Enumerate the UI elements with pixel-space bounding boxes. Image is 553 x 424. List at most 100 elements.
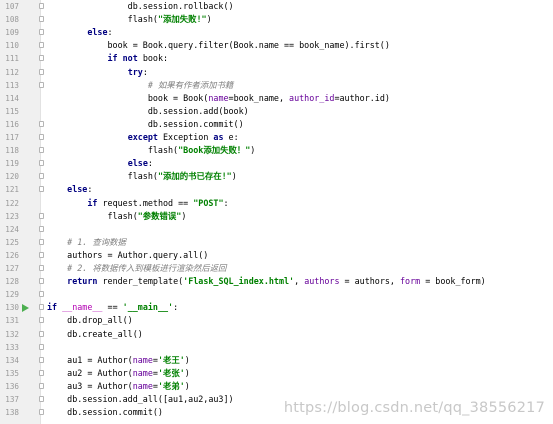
code-token: if [87,197,98,208]
fold-marker-icon[interactable] [39,212,44,219]
fold-marker-icon[interactable] [39,291,44,298]
fold-marker-icon[interactable] [39,265,44,271]
code-line[interactable]: 108 flash("添加失败!") [0,13,553,26]
line-number: 124 [5,224,19,234]
fold-marker-icon[interactable] [39,134,44,140]
code-token: # 如果有作者添加书籍 [147,79,234,90]
code-text: book = Book(name=book_name, author_id=au… [47,92,390,105]
fold-marker-icon[interactable] [39,343,44,350]
code-line[interactable]: 120 flash("添加的书已存在!") [0,170,553,183]
fold-marker-icon[interactable] [39,55,44,62]
fold-marker-icon[interactable] [39,369,44,376]
fold-marker-icon[interactable] [39,16,44,23]
code-text: au3 = Author(name='老弟') [47,380,190,393]
code-line[interactable]: 136 au3 = Author(name='老弟') [0,380,553,393]
fold-marker-icon[interactable] [39,160,44,167]
fold-marker-icon[interactable] [39,42,44,49]
fold-marker-icon[interactable] [39,382,44,389]
code-token: ) [184,380,190,391]
code-token: return [67,276,98,287]
code-token: , [294,276,305,287]
code-line[interactable]: 133 [0,341,553,354]
code-token: = book_form) [420,276,486,287]
code-line[interactable]: 119 else: [0,157,553,170]
line-number: 115 [5,106,19,116]
code-line[interactable]: 114 book = Book(name=book_name, author_i… [0,92,553,105]
run-icon[interactable] [22,304,29,313]
code-token: db.create_all() [47,328,143,339]
code-text: # 1. 查询数据 [47,236,126,249]
fold-marker-icon[interactable] [39,81,44,88]
code-text: # 2. 将数据传入到模板进行渲染然后返回 [47,262,226,275]
code-text: flash("Book添加失败！") [47,144,255,157]
code-token: name [132,367,153,378]
code-token: if not [107,53,138,64]
code-token: authors = Author.query.all() [47,249,209,260]
code-line[interactable]: 134 au1 = Author(name='老王') [0,354,553,367]
fold-marker-icon[interactable] [39,330,44,337]
code-line[interactable]: 129 [0,288,553,301]
code-line[interactable]: 117 except Exception as e: [0,131,553,144]
line-number: 117 [5,133,19,142]
fold-marker-icon[interactable] [39,225,44,232]
code-line[interactable]: 109 else: [0,26,553,39]
code-token: '老张' [157,367,185,378]
code-line[interactable]: 107 db.session.rollback() [0,0,553,13]
code-token: flash( [47,171,158,182]
code-line[interactable]: 132 db.create_all() [0,328,553,341]
code-token: au2 = Author( [47,367,133,378]
code-token: flash( [47,145,179,156]
code-line[interactable]: 112 try: [0,66,553,79]
fold-marker-icon[interactable] [39,120,44,127]
fold-marker-icon[interactable] [39,68,44,75]
code-line[interactable]: 121 else: [0,183,553,196]
code-line[interactable]: 118 flash("Book添加失败！") [0,144,553,157]
fold-marker-icon[interactable] [39,278,44,285]
fold-marker-icon[interactable] [39,173,44,180]
line-number: 111 [5,54,19,64]
fold-marker-icon[interactable] [39,147,44,154]
code-line[interactable]: 127 # 2. 将数据传入到模板进行渲染然后返回 [0,262,553,275]
code-token: db.session.rollback() [47,1,234,11]
line-number: 119 [5,159,19,169]
code-token: =author.id) [334,92,390,103]
code-token: if [47,302,58,313]
code-token: : [147,158,153,169]
fold-marker-icon[interactable] [39,304,44,311]
code-line[interactable]: 130 if __name__ == '__main__': [0,301,553,314]
code-token: db.session.add_all([au1,au2,au3]) [47,394,234,404]
code-line[interactable]: 128 return render_template('Flask_SQL_in… [0,275,553,288]
fold-marker-icon[interactable] [39,356,44,363]
code-line[interactable]: 131 db.drop_all() [0,314,553,327]
fold-marker-icon[interactable] [39,3,44,9]
fold-marker-icon[interactable] [39,251,44,258]
code-line[interactable]: 111 if not book: [0,52,553,65]
code-line[interactable]: 123 flash("参数错误") [0,210,553,223]
code-line[interactable]: 126 authors = Author.query.all() [0,249,553,262]
fold-marker-icon[interactable] [39,186,44,193]
code-text: db.session.commit() [47,406,163,419]
code-token: name [132,380,153,391]
fold-marker-icon[interactable] [39,317,44,324]
code-text: au2 = Author(name='老张') [47,367,190,380]
code-line[interactable]: 122 if request.method == "POST": [0,197,553,210]
code-line[interactable]: 135 au2 = Author(name='老张') [0,367,553,380]
code-line[interactable]: 125 # 1. 查询数据 [0,236,553,249]
fold-marker-icon[interactable] [39,238,44,245]
code-token: flash( [47,14,158,25]
code-editor[interactable]: 107 db.session.rollback() 108 flash("添加失败… [0,0,553,424]
code-line[interactable]: 110 book = Book.query.filter(Book.name =… [0,39,553,52]
code-token: "Book添加失败！" [178,145,251,156]
code-line[interactable]: 115 db.session.add(book) [0,105,553,118]
code-line[interactable]: 113 # 如果有作者添加书籍 [0,79,553,92]
fold-marker-icon[interactable] [39,29,44,36]
fold-marker-icon[interactable] [39,396,44,402]
code-token: : [142,66,148,77]
code-line[interactable]: 124 [0,223,553,236]
line-number: 131 [5,316,19,326]
code-line[interactable]: 116 db.session.commit() [0,118,553,131]
fold-marker-icon[interactable] [39,409,44,416]
